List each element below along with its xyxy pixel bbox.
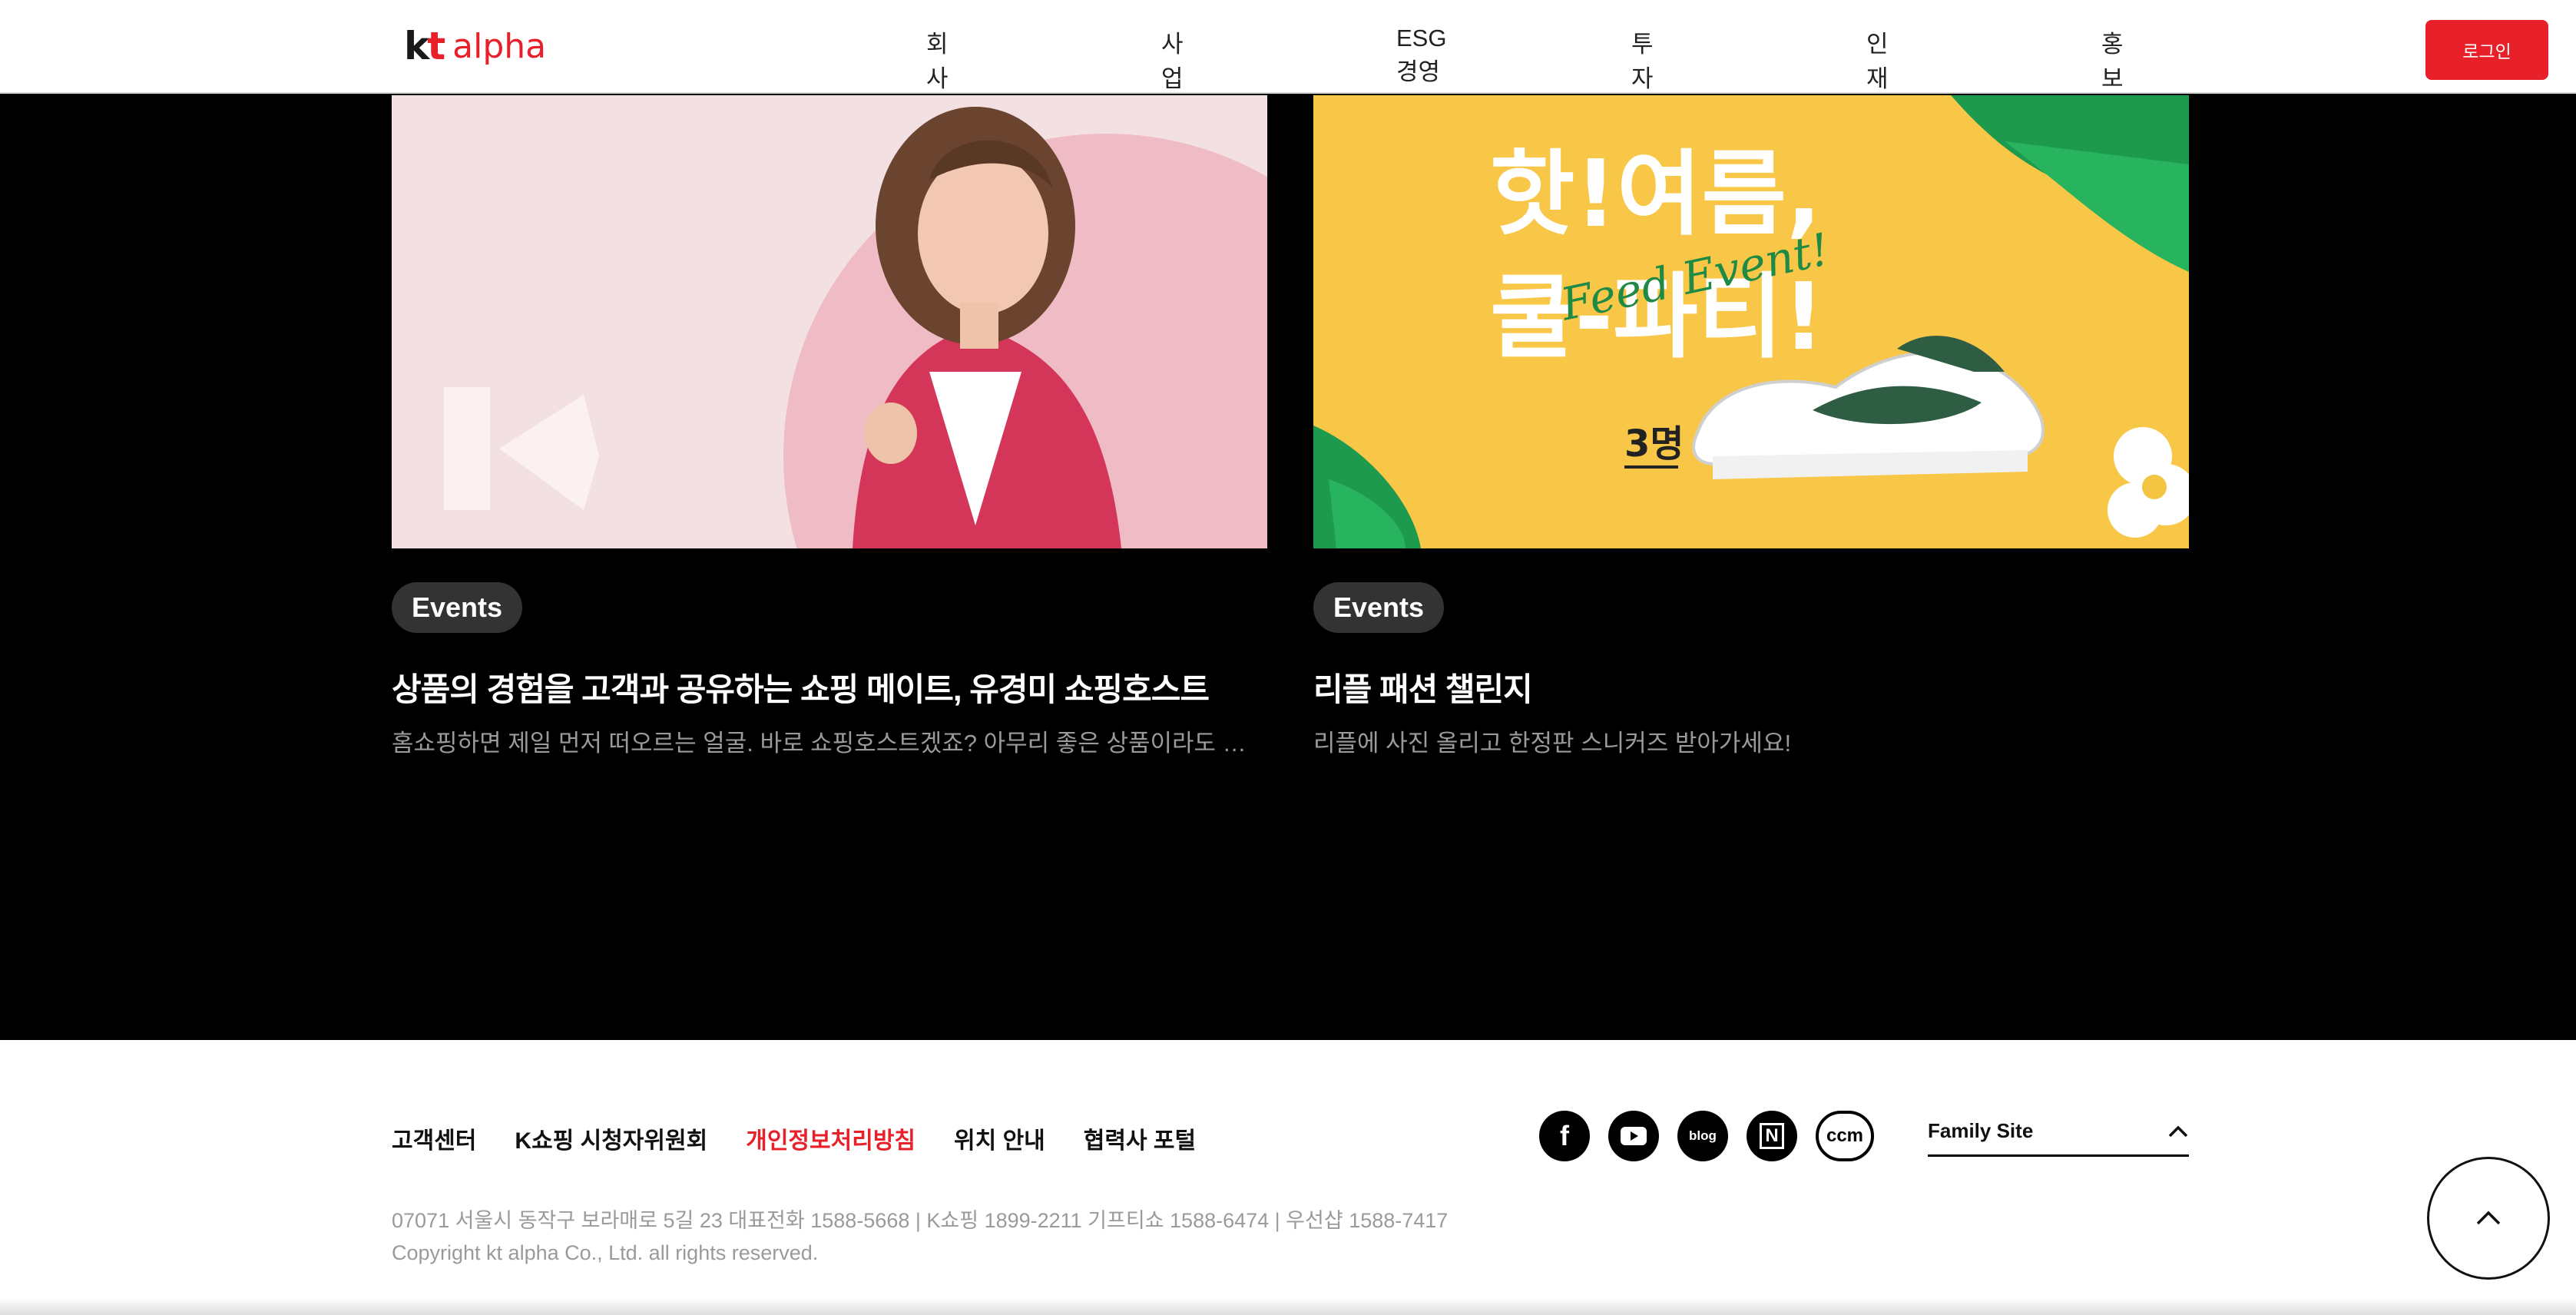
logo-alpha-text: alpha	[452, 26, 547, 66]
footer-link-viewer-committee[interactable]: K쇼핑 시청자위원회	[515, 1121, 707, 1155]
logo-kt-mark: kt	[404, 24, 445, 68]
site-header: kt alpha 회사소개 사업소개 ESG경영 투자정보 인재채용 홍보채널 …	[0, 0, 2576, 161]
chevron-up-icon	[2168, 1125, 2188, 1137]
footer-link-location[interactable]: 위치 안내	[954, 1121, 1045, 1155]
summer-party-sneaker-banner: 핫!여름, 쿨-파티! Feed Event! 3명	[1313, 95, 2189, 548]
card-description: 홈쇼핑하면 제일 먼저 떠오르는 얼굴. 바로 쇼핑호스트겠죠? 아무리 좋은 …	[392, 730, 1267, 757]
event-card-reple-fashion[interactable]: 핫!여름, 쿨-파티! Feed Event! 3명 Events 리플 패션 …	[1313, 95, 2189, 757]
bottom-shadow	[0, 1298, 2576, 1315]
footer-link-customer-center[interactable]: 고객센터	[392, 1121, 476, 1155]
naver-post-icon[interactable]: N	[1747, 1111, 1797, 1161]
card-description: 리플에 사진 올리고 한정판 스니커즈 받아가세요!	[1313, 730, 1792, 757]
footer-address: 07071 서울시 동작구 보라매로 5길 23 대표전화 1588-5668 …	[392, 1209, 1449, 1232]
family-site-label: Family Site	[1928, 1119, 2034, 1142]
footer-link-privacy-policy[interactable]: 개인정보처리방침	[746, 1121, 916, 1155]
svg-text:3명: 3명	[1624, 422, 1684, 465]
card-category-badge: Events	[392, 582, 523, 633]
blog-icon[interactable]: blog	[1677, 1111, 1728, 1161]
kt-alpha-logo[interactable]: kt alpha	[404, 23, 546, 69]
card-category-badge: Events	[1313, 582, 1445, 633]
card-title[interactable]: 리플 패션 챌린지	[1313, 664, 1533, 710]
card-thumbnail-reple-fashion[interactable]: 핫!여름, 쿨-파티! Feed Event! 3명	[1313, 95, 2189, 548]
youtube-icon[interactable]	[1608, 1111, 1659, 1161]
card-title[interactable]: 상품의 경험을 고객과 공유하는 쇼핑 메이트, 유경미 쇼핑호스트	[392, 664, 1210, 710]
shopping-host-illustration	[392, 95, 1267, 548]
facebook-icon[interactable]: f	[1539, 1111, 1590, 1161]
scroll-top-button[interactable]	[2427, 1157, 2550, 1280]
footer-links: 고객센터 K쇼핑 시청자위원회 개인정보처리방침 위치 안내 협력사 포털	[392, 1121, 1196, 1155]
ccm-icon[interactable]: ccm	[1816, 1111, 1874, 1161]
nav-esg[interactable]: ESG경영	[1396, 25, 1446, 87]
footer-copyright: Copyright kt alpha Co., Ltd. all rights …	[392, 1241, 819, 1264]
card-thumbnail-shopping-host[interactable]	[392, 95, 1267, 548]
svg-text:핫!여름,: 핫!여름,	[1490, 141, 1822, 248]
footer-link-partner-portal[interactable]: 협력사 포털	[1084, 1121, 1196, 1155]
chevron-up-icon	[2476, 1211, 2501, 1225]
event-card-shopping-host[interactable]: Events 상품의 경험을 고객과 공유하는 쇼핑 메이트, 유경미 쇼핑호스…	[392, 95, 1267, 757]
family-site-select[interactable]: Family Site	[1928, 1108, 2189, 1157]
footer-company-info: 07071 서울시 동작구 보라매로 5길 23 대표전화 1588-5668 …	[392, 1204, 1448, 1269]
site-footer: 고객센터 K쇼핑 시청자위원회 개인정보처리방침 위치 안내 협력사 포털 07…	[0, 1040, 2576, 1315]
login-button[interactable]: 로그인	[2425, 20, 2548, 80]
